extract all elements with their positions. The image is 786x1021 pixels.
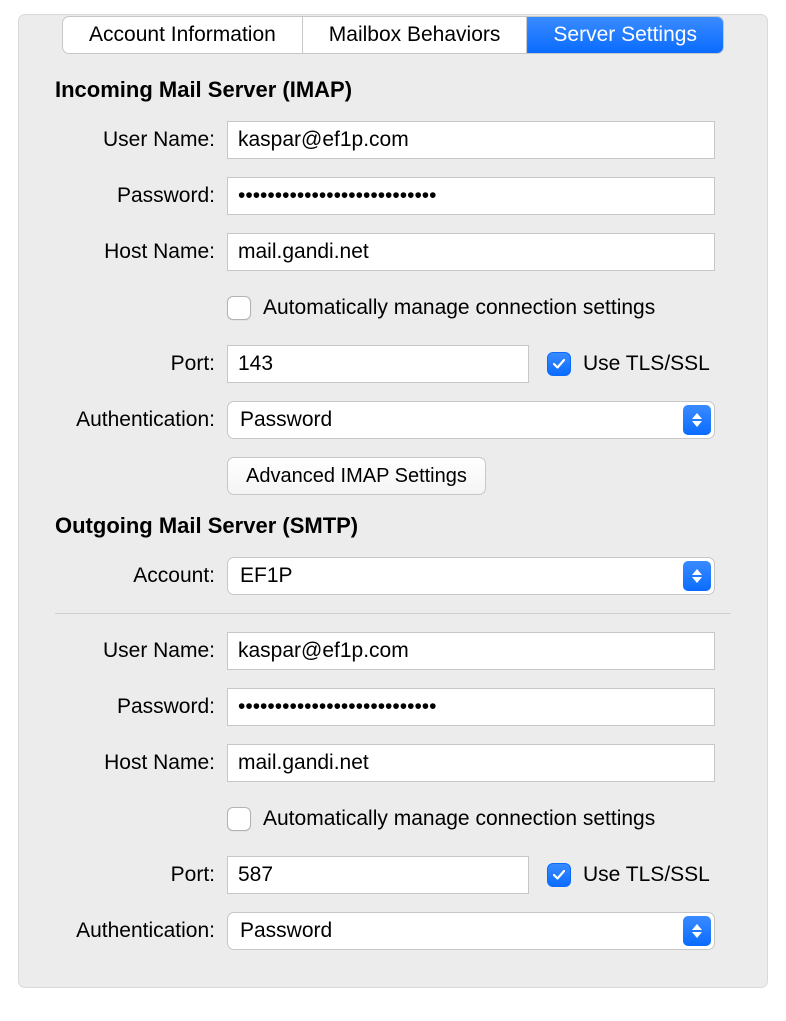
incoming-auth-value: Password	[240, 408, 332, 432]
outgoing-auto-manage-checkbox[interactable]	[227, 807, 251, 831]
outgoing-host-name-field[interactable]	[227, 744, 715, 782]
preferences-window: Account Information Mailbox Behaviors Se…	[0, 0, 786, 1021]
outgoing-host-name-label: Host Name:	[55, 751, 227, 775]
outgoing-section-title: Outgoing Mail Server (SMTP)	[55, 513, 731, 539]
tab-bar: Account Information Mailbox Behaviors Se…	[62, 16, 724, 54]
outgoing-account-select[interactable]: EF1P	[227, 557, 715, 595]
outgoing-account-label: Account:	[55, 564, 227, 588]
incoming-password-label: Password:	[55, 184, 227, 208]
tab-mailbox-behaviors[interactable]: Mailbox Behaviors	[302, 17, 527, 53]
outgoing-auto-manage-label: Automatically manage connection settings	[263, 807, 655, 831]
outgoing-user-name-label: User Name:	[55, 639, 227, 663]
outgoing-user-name-field[interactable]	[227, 632, 715, 670]
incoming-section-title: Incoming Mail Server (IMAP)	[55, 77, 731, 103]
advanced-imap-settings-button[interactable]: Advanced IMAP Settings	[227, 457, 486, 495]
tab-account-information[interactable]: Account Information	[63, 17, 302, 53]
incoming-port-label: Port:	[55, 352, 227, 376]
incoming-port-field[interactable]	[227, 345, 529, 383]
incoming-user-name-field[interactable]	[227, 121, 715, 159]
outgoing-account-value: EF1P	[240, 564, 293, 588]
incoming-host-name-label: Host Name:	[55, 240, 227, 264]
incoming-host-name-field[interactable]	[227, 233, 715, 271]
server-settings-panel: Account Information Mailbox Behaviors Se…	[18, 14, 768, 988]
tab-server-settings[interactable]: Server Settings	[526, 17, 723, 53]
updown-arrows-icon	[683, 561, 711, 591]
incoming-auto-manage-label: Automatically manage connection settings	[263, 296, 655, 320]
outgoing-port-field[interactable]	[227, 856, 529, 894]
outgoing-auth-value: Password	[240, 919, 332, 943]
incoming-tls-checkbox[interactable]	[547, 352, 571, 376]
outgoing-auth-label: Authentication:	[55, 919, 227, 943]
section-divider	[55, 613, 731, 614]
incoming-password-field[interactable]	[227, 177, 715, 215]
incoming-auto-manage-checkbox[interactable]	[227, 296, 251, 320]
outgoing-auth-select[interactable]: Password	[227, 912, 715, 950]
incoming-tls-label: Use TLS/SSL	[583, 352, 710, 376]
outgoing-port-label: Port:	[55, 863, 227, 887]
outgoing-password-label: Password:	[55, 695, 227, 719]
incoming-user-name-label: User Name:	[55, 128, 227, 152]
incoming-auth-label: Authentication:	[55, 408, 227, 432]
updown-arrows-icon	[683, 405, 711, 435]
outgoing-password-field[interactable]	[227, 688, 715, 726]
outgoing-tls-label: Use TLS/SSL	[583, 863, 710, 887]
incoming-auth-select[interactable]: Password	[227, 401, 715, 439]
outgoing-tls-checkbox[interactable]	[547, 863, 571, 887]
updown-arrows-icon	[683, 916, 711, 946]
